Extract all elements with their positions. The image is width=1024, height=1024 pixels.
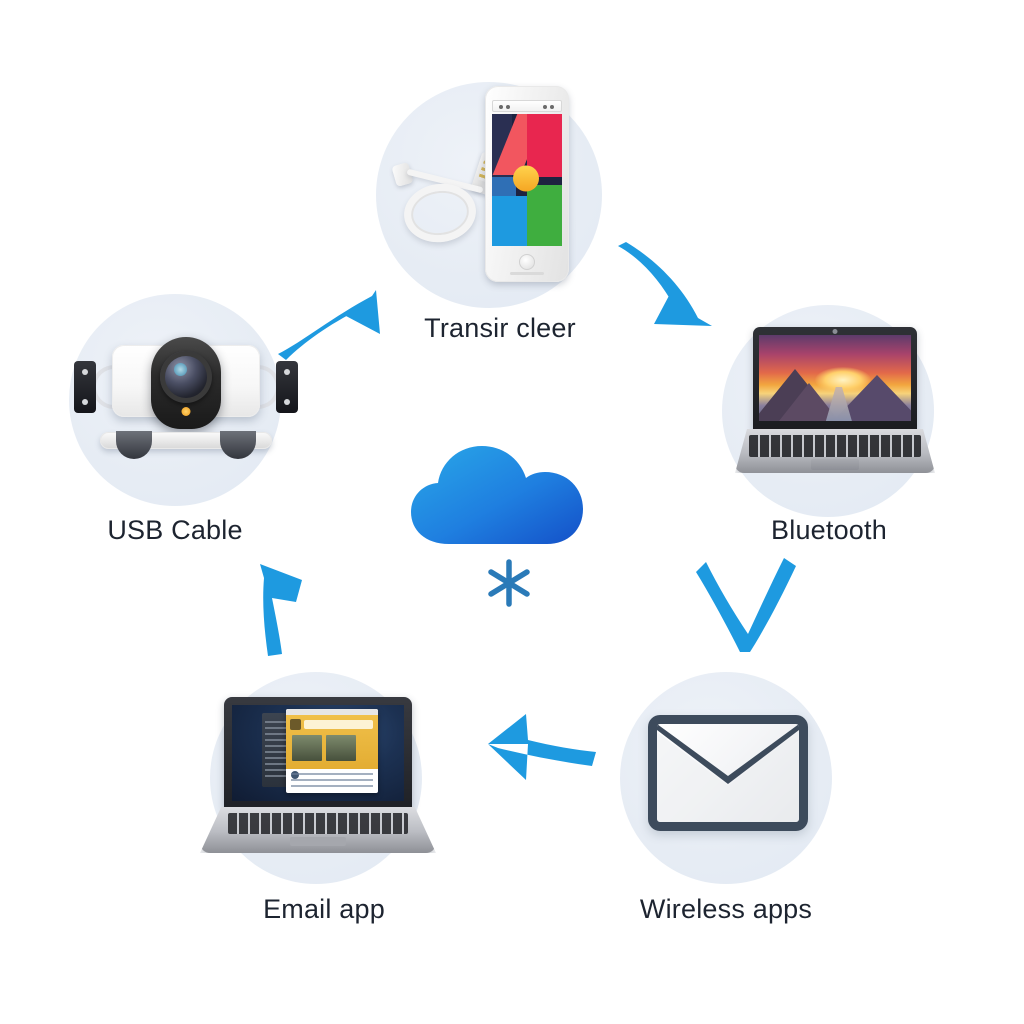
- webcam-camera-icon: [74, 337, 298, 459]
- email-laptop-keyboard: [228, 813, 408, 834]
- camera-mount-left: [74, 361, 96, 413]
- email-laptop-trackpad: [290, 837, 346, 846]
- email-photo-attachment: [292, 735, 322, 761]
- smartphone-icon: [485, 86, 569, 282]
- arrow-bluetooth-to-wireless: [696, 558, 796, 652]
- camera-lens-housing: [151, 337, 221, 429]
- camera-mount-right: [276, 361, 298, 413]
- laptop-trackpad: [811, 459, 859, 470]
- laptop-base: [735, 429, 935, 473]
- camera-foot-right: [220, 431, 256, 459]
- envelope-icon: [648, 715, 808, 831]
- envelope-body: [648, 715, 808, 831]
- arrow-usb-to-transir: [278, 290, 380, 360]
- laptop-sunset-wallpaper-icon: [735, 327, 935, 487]
- camera-foot-left: [116, 431, 152, 459]
- node-label-wireless-apps: Wireless apps: [639, 894, 813, 924]
- node-label-bluetooth: Bluetooth: [771, 515, 887, 545]
- arrow-email-to-usb: [260, 564, 302, 656]
- node-label-usb-cable: USB Cable: [107, 515, 243, 545]
- camera-lens-icon: [160, 351, 212, 403]
- arrow-transir-to-bluetooth: [618, 242, 712, 326]
- email-laptop-lid: [224, 697, 412, 809]
- cloud-icon: [411, 446, 583, 544]
- email-sender-avatar: [290, 719, 301, 730]
- email-laptop-screen: [232, 705, 404, 801]
- laptop-screen-sunset: [759, 335, 911, 421]
- phone-status-bar: [492, 100, 562, 112]
- email-message-window: [286, 709, 378, 793]
- phone-screen-wallpaper: [492, 114, 562, 246]
- laptop-webcam-icon: [832, 329, 838, 334]
- laptop-email-client-icon: [200, 697, 436, 855]
- email-photo-attachment: [326, 735, 356, 761]
- camera-status-led: [181, 407, 191, 416]
- email-subject-line: [304, 720, 373, 729]
- phone-body: [485, 86, 569, 282]
- diagram-canvas: Transir cleer USB Cable Bluetooth Email …: [0, 0, 1024, 1024]
- phone-home-button: [519, 254, 535, 270]
- laptop-keyboard: [749, 435, 921, 457]
- arrow-wireless-to-email: [488, 714, 596, 780]
- email-message-header: [286, 715, 378, 769]
- node-label-email-app: Email app: [263, 894, 385, 924]
- envelope-flap: [657, 724, 799, 822]
- asterisk-snowflake-icon: [488, 559, 530, 607]
- laptop-lid: [753, 327, 917, 431]
- phone-speaker-grille: [510, 272, 544, 275]
- email-body-text: [291, 773, 373, 789]
- email-laptop-base: [200, 807, 436, 853]
